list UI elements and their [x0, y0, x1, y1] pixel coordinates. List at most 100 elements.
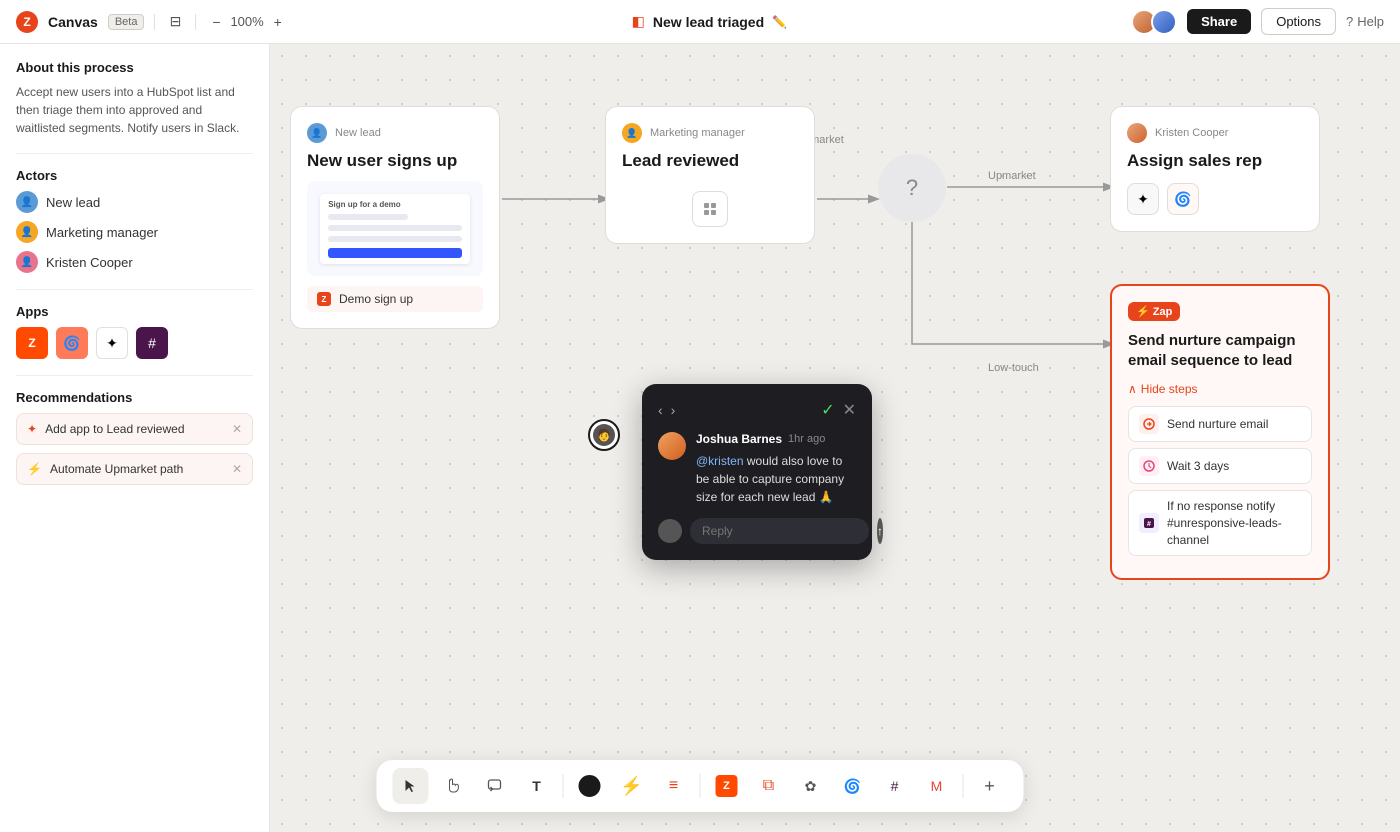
toolbar-comment-button[interactable]	[477, 768, 513, 804]
topbar: Z Canvas Beta ⊟ − 100% + ◧ New lead tria…	[0, 0, 1400, 44]
zapier-icon: Z	[716, 775, 738, 797]
zoom-in-button[interactable]: +	[268, 12, 288, 32]
bottom-toolbar: T ⚡ ≡ Z ⧉ ✿ 🌀 # M +	[377, 760, 1024, 812]
app-name: Canvas	[48, 14, 98, 30]
wait-icon	[1142, 459, 1156, 473]
comment-marker[interactable]: 🧑	[588, 419, 620, 451]
zap-title: Send nurture campaign email sequence to …	[1128, 331, 1312, 370]
recommendations-list: ✦ Add app to Lead reviewed ✕ ⚡ Automate …	[16, 413, 253, 485]
actor-name-marketing: Marketing manager	[46, 225, 158, 240]
node-signup: 👤 New lead New user signs up Sign up for…	[290, 106, 500, 329]
app-notion: ✦	[96, 327, 128, 359]
toolbar-divider-2	[700, 774, 701, 798]
rec-label-1: Add app to Lead reviewed	[45, 422, 184, 436]
comment-meta: Joshua Barnes 1hr ago	[696, 432, 856, 446]
toolbar-cursor-button[interactable]	[393, 768, 429, 804]
add-apps-button[interactable]	[692, 191, 728, 227]
zap-badge: ⚡ Zap	[1128, 302, 1180, 321]
actor-avatar-kristen: 👤	[16, 251, 38, 273]
node-reviewed: 👤 Marketing manager Lead reviewed	[605, 106, 815, 244]
toolbar-circle-button[interactable]	[572, 768, 608, 804]
rec-close-1[interactable]: ✕	[232, 422, 242, 436]
rec-label-2: Automate Upmarket path	[50, 462, 183, 476]
hubspot-icon: 🌀	[1167, 183, 1199, 215]
node-reviewed-avatar: 👤	[622, 123, 642, 143]
toolbar-openai-button[interactable]: ✿	[793, 768, 829, 804]
toolbar-hand-button[interactable]	[435, 768, 471, 804]
comment-content: Joshua Barnes 1hr ago @kristen would als…	[696, 432, 856, 506]
toolbar-slack-button[interactable]: #	[877, 768, 913, 804]
comment-status-btns: ✓ ✕	[821, 400, 856, 420]
hide-button[interactable]: ⊟	[165, 12, 185, 32]
node-add-icon	[622, 191, 798, 227]
node-reviewed-title: Lead reviewed	[622, 151, 798, 171]
form-preview: Sign up for a demo	[307, 181, 483, 276]
toolbar-hubspot-button[interactable]: 🌀	[835, 768, 871, 804]
hand-icon	[445, 778, 461, 794]
comment-reply-avatar	[658, 519, 682, 543]
comment-reply-input[interactable]	[690, 518, 869, 544]
share-button[interactable]: Share	[1187, 9, 1251, 34]
edge-label-upmarket: Upmarket	[988, 170, 1036, 182]
help-button[interactable]: ? Help	[1346, 14, 1384, 29]
node-assign-icons: ✦ 🌀	[1127, 183, 1303, 215]
options-button[interactable]: Options	[1261, 8, 1336, 35]
sidebar-divider-3	[16, 375, 253, 376]
rec-left-1: ✦ Add app to Lead reviewed	[27, 422, 185, 436]
zap-step-1: Send nurture email	[1128, 406, 1312, 442]
toolbar-zapier-button[interactable]: Z	[709, 768, 745, 804]
app-row-demo: Z Demo sign up	[307, 286, 483, 312]
apps-title: Apps	[16, 304, 253, 319]
form-line-3	[328, 236, 462, 242]
toolbar-gmail-button[interactable]: M	[919, 768, 955, 804]
beta-badge: Beta	[108, 14, 145, 30]
app-hubspot: 🌀	[56, 327, 88, 359]
zap-step-label-2: Wait 3 days	[1167, 459, 1229, 473]
divider	[154, 14, 155, 30]
cursor-icon	[403, 778, 419, 794]
form-submit	[328, 248, 462, 258]
comment-author: Joshua Barnes	[696, 432, 782, 446]
canvas[interactable]: Upmarket Low-touch Is customer upmarket …	[270, 44, 1400, 832]
comment-text: @kristen would also love to be able to c…	[696, 452, 856, 506]
toolbar-divider-1	[563, 774, 564, 798]
help-icon: ?	[1346, 14, 1353, 29]
comment-resolve-button[interactable]: ✓	[821, 400, 834, 420]
decision-diamond: ?	[878, 154, 946, 222]
circle-icon	[579, 775, 601, 797]
zap-step-icon-2	[1139, 456, 1159, 476]
form-line-1	[328, 214, 408, 220]
rec-close-2[interactable]: ✕	[232, 462, 242, 476]
zap-step-icon-3: #	[1139, 513, 1159, 533]
zoom-out-button[interactable]: −	[206, 12, 226, 32]
comment-prev-button[interactable]: ‹	[658, 402, 663, 418]
comment-nav-arrows: ‹ ›	[658, 402, 675, 418]
toolbar-frame-button[interactable]: ⧉	[751, 768, 787, 804]
comment-icon	[487, 778, 503, 794]
app-slack: #	[136, 327, 168, 359]
chevron-up-icon: ∧	[1128, 382, 1137, 396]
toolbar-layers-button[interactable]: ≡	[656, 768, 692, 804]
node-assign-avatar	[1127, 123, 1147, 143]
actor-name-new-lead: New lead	[46, 195, 100, 210]
node-reviewed-actor: Marketing manager	[650, 127, 745, 139]
comment-close-button[interactable]: ✕	[843, 400, 856, 420]
edit-icon[interactable]: ✏️	[772, 15, 787, 29]
collaborators	[1131, 9, 1177, 35]
actor-marketing-manager: 👤 Marketing manager	[16, 221, 253, 243]
apps-grid: Z 🌀 ✦ #	[16, 327, 253, 359]
rec-item-2: ⚡ Automate Upmarket path ✕	[16, 453, 253, 485]
process-desc: Accept new users into a HubSpot list and…	[16, 83, 253, 137]
toolbar-zap-button[interactable]: ⚡	[614, 768, 650, 804]
toolbar-text-button[interactable]: T	[519, 768, 555, 804]
actor-name-kristen: Kristen Cooper	[46, 255, 133, 270]
zap-toggle[interactable]: ∧ Hide steps	[1128, 382, 1312, 396]
comment-next-button[interactable]: ›	[671, 402, 676, 418]
canvas-title: New lead triaged	[653, 14, 764, 30]
comment-author-avatar	[658, 432, 686, 460]
comment-send-button[interactable]: ↑	[877, 518, 883, 544]
toolbar-add-button[interactable]: +	[972, 768, 1008, 804]
sidebar: About this process Accept new users into…	[0, 44, 270, 832]
rec-icon-1: ✦	[27, 422, 37, 436]
rec-left-2: ⚡ Automate Upmarket path	[27, 462, 183, 476]
